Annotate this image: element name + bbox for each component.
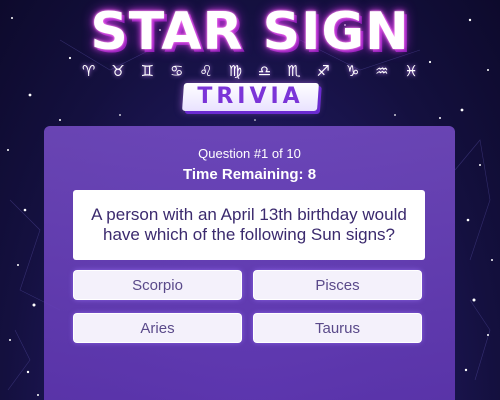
answer-button-pisces[interactable]: Pisces [254,271,421,299]
cancer-icon: ♋ [169,62,184,80]
question-counter: Question #1 of 10 [198,146,301,161]
aquarius-icon: ♒ [375,62,389,80]
libra-icon: ♎ [257,62,272,80]
taurus-icon: ♉ [111,62,125,80]
question-card: A person with an April 13th birthday wou… [73,190,425,260]
quiz-panel: Question #1 of 10 Time Remaining: 8 A pe… [44,126,455,400]
capricorn-icon: ♑ [345,62,360,80]
leo-icon: ♌ [199,62,213,80]
game-header: STAR SIGN ♈ ♉ ♊ ♋ ♌ ♍ ♎ ♏ ♐ ♑ ♒ ♓ TRIVIA [0,0,500,120]
pisces-icon: ♓ [404,62,418,80]
answer-button-taurus[interactable]: Taurus [254,314,421,342]
aries-icon: ♈ [82,62,96,80]
trivia-subtitle: TRIVIA [197,84,304,109]
virgo-icon: ♍ [228,62,243,80]
zodiac-symbols-row: ♈ ♉ ♊ ♋ ♌ ♍ ♎ ♏ ♐ ♑ ♒ ♓ [82,62,418,80]
time-remaining: Time Remaining: 8 [182,166,317,183]
gemini-icon: ♊ [140,62,155,80]
sagittarius-icon: ♐ [316,62,330,80]
answer-button-scorpio[interactable]: Scorpio [74,271,241,299]
scorpio-icon: ♏ [287,62,301,80]
question-text: A person with an April 13th birthday wou… [91,205,407,244]
answer-button-aries[interactable]: Aries [74,314,241,342]
game-title: STAR SIGN [90,2,410,62]
